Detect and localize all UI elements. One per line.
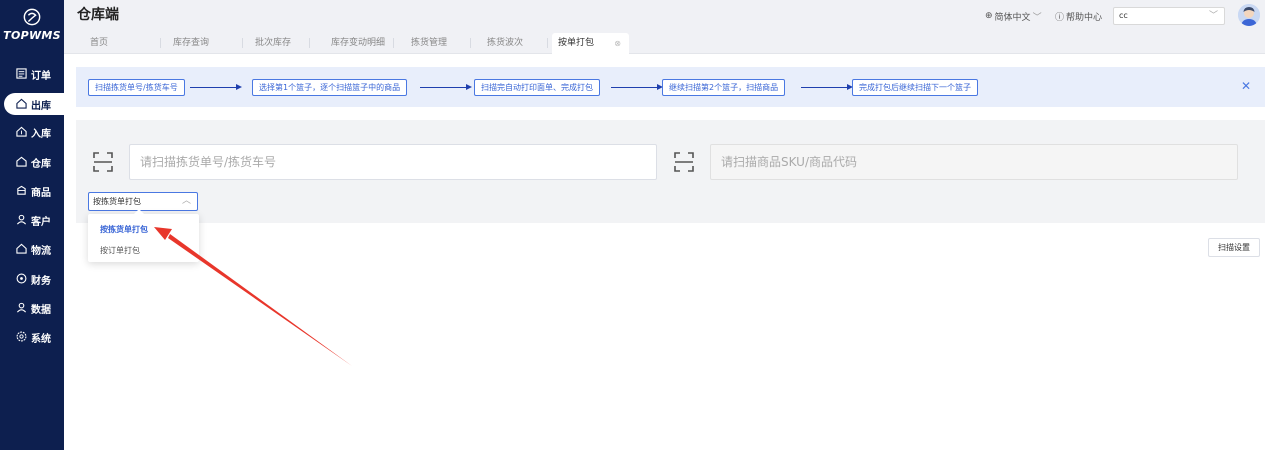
- sidebar-item-label: 客户: [31, 216, 51, 228]
- close-icon[interactable]: ⊗: [614, 33, 621, 54]
- sidebar-item-label: 入库: [31, 128, 51, 140]
- user-select-value: cc: [1119, 11, 1128, 20]
- dropdown-option[interactable]: 按订单打包: [100, 245, 140, 256]
- tab-picking-management[interactable]: 拣货管理: [399, 33, 459, 54]
- sidebar-item-warehouse[interactable]: 仓库: [4, 151, 64, 173]
- tab-batch-inventory[interactable]: 批次库存: [243, 33, 303, 54]
- settings-icon: [16, 331, 28, 343]
- tab-inventory-changes[interactable]: 库存变动明细: [318, 33, 398, 54]
- tab-label: 拣货管理: [410, 38, 447, 48]
- header: 仓库端 ⊕ 简体中文 ﹀ ⓘ 帮助中心 cc ﹀ 首页 库存查询 批次库存 库存…: [64, 0, 1265, 54]
- tab-picking-waves[interactable]: 拣货波次: [475, 33, 535, 54]
- sku-input[interactable]: 请扫描商品SKU/商品代码: [710, 144, 1238, 180]
- tab-home[interactable]: 首页: [79, 33, 119, 54]
- scan-panel: 请扫描拣货单号/拣货车号 请扫描商品SKU/商品代码 按拣货单打包 ︿: [76, 120, 1265, 223]
- sidebar-item-label: 订单: [31, 70, 51, 82]
- step-3: 扫描完自动打印面单、完成打包: [474, 79, 600, 96]
- list-icon: [16, 68, 28, 80]
- scan-settings-button[interactable]: 扫描设置: [1208, 238, 1260, 257]
- tab-separator: [160, 38, 161, 48]
- sidebar-item-finance[interactable]: 财务: [4, 268, 64, 290]
- user-select[interactable]: cc ﹀: [1113, 7, 1225, 25]
- chevron-down-icon: ﹀: [1032, 12, 1042, 23]
- sidebar-item-inbound[interactable]: 入库: [4, 121, 64, 143]
- tab-label: 首页: [89, 38, 108, 48]
- inbound-icon: [16, 126, 28, 138]
- sidebar-item-label: 出库: [31, 100, 51, 112]
- sidebar: TOPWMS 订单 出库 入库 仓库 商品 客户 物流 财务 数据 系统: [0, 0, 64, 450]
- sidebar-item-products[interactable]: 商品: [4, 180, 64, 202]
- step-1: 扫描拣货单号/拣货车号: [88, 79, 185, 96]
- tab-inventory-query[interactable]: 库存查询: [161, 33, 221, 54]
- sidebar-item-label: 系统: [31, 333, 51, 345]
- language-switcher[interactable]: ⊕ 简体中文 ﹀: [985, 6, 1042, 26]
- finance-icon: [16, 273, 28, 285]
- step-5: 完成打包后继续扫描下一个篮子: [852, 79, 978, 96]
- tab-label: 库存变动明细: [330, 38, 385, 48]
- sidebar-item-logistics[interactable]: 物流: [4, 238, 64, 260]
- step-4: 继续扫描第2个篮子，扫描商品: [662, 79, 786, 96]
- tab-label: 批次库存: [254, 38, 291, 48]
- pick-order-input[interactable]: 请扫描拣货单号/拣货车号: [129, 144, 657, 180]
- sidebar-item-system[interactable]: 系统: [4, 326, 64, 348]
- tab-separator: [242, 38, 243, 48]
- avatar[interactable]: [1238, 4, 1260, 26]
- tab-separator: [470, 38, 471, 48]
- chevron-down-icon: ﹀: [1208, 11, 1218, 21]
- tab-separator: [393, 38, 394, 48]
- sidebar-item-orders[interactable]: 订单: [4, 63, 64, 85]
- customer-icon: [16, 214, 28, 226]
- outbound-icon: [16, 98, 28, 110]
- step-2: 选择第1个篮子，逐个扫描篮子中的商品: [252, 79, 408, 96]
- tab-label: 库存查询: [172, 38, 209, 48]
- sidebar-item-customers[interactable]: 客户: [4, 209, 64, 231]
- warehouse-icon: [16, 156, 28, 168]
- arrow-right-icon: [420, 84, 472, 90]
- help-label: 帮助中心: [1066, 12, 1103, 23]
- sidebar-item-label: 仓库: [31, 158, 51, 170]
- dropdown-option[interactable]: 按拣货单打包: [100, 224, 148, 235]
- tab-label: 拣货波次: [486, 38, 523, 48]
- data-icon: [16, 302, 28, 314]
- sidebar-item-outbound[interactable]: 出库: [4, 93, 64, 115]
- app-title: 仓库端: [77, 7, 119, 23]
- tab-separator: [309, 38, 310, 48]
- sidebar-item-label: 数据: [31, 304, 51, 316]
- scan-icon: [93, 152, 113, 172]
- logistics-icon: [16, 243, 28, 255]
- arrow-right-icon: [190, 84, 242, 90]
- pack-mode-value: 按拣货单打包: [93, 197, 141, 206]
- chevron-up-icon: ︿: [181, 196, 191, 206]
- help-icon: ⓘ: [1055, 12, 1065, 23]
- help-center-link[interactable]: ⓘ 帮助中心: [1055, 6, 1102, 26]
- language-label: 简体中文: [994, 12, 1031, 23]
- product-icon: [16, 185, 28, 197]
- steps-guide: 扫描拣货单号/拣货车号 选择第1个篮子，逐个扫描篮子中的商品 扫描完自动打印面单…: [76, 67, 1265, 107]
- arrow-right-icon: [801, 84, 853, 90]
- tab-pack-by-order[interactable]: 按单打包 ⊗: [552, 33, 629, 54]
- scan-icon: [674, 152, 694, 172]
- tab-label: 按单打包: [558, 38, 595, 48]
- tab-separator: [547, 38, 548, 48]
- sidebar-item-data[interactable]: 数据: [4, 297, 64, 319]
- logo: TOPWMS: [0, 8, 64, 42]
- sidebar-item-label: 财务: [31, 275, 51, 287]
- logo-text: TOPWMS: [3, 29, 61, 42]
- sidebar-item-label: 物流: [31, 245, 51, 257]
- arrow-right-icon: [611, 84, 663, 90]
- logo-icon: [23, 8, 41, 26]
- pack-mode-dropdown: 按拣货单打包 按订单打包: [88, 209, 199, 262]
- close-icon[interactable]: ✕: [1241, 79, 1251, 93]
- sidebar-item-label: 商品: [31, 187, 51, 199]
- globe-icon: ⊕: [985, 11, 993, 21]
